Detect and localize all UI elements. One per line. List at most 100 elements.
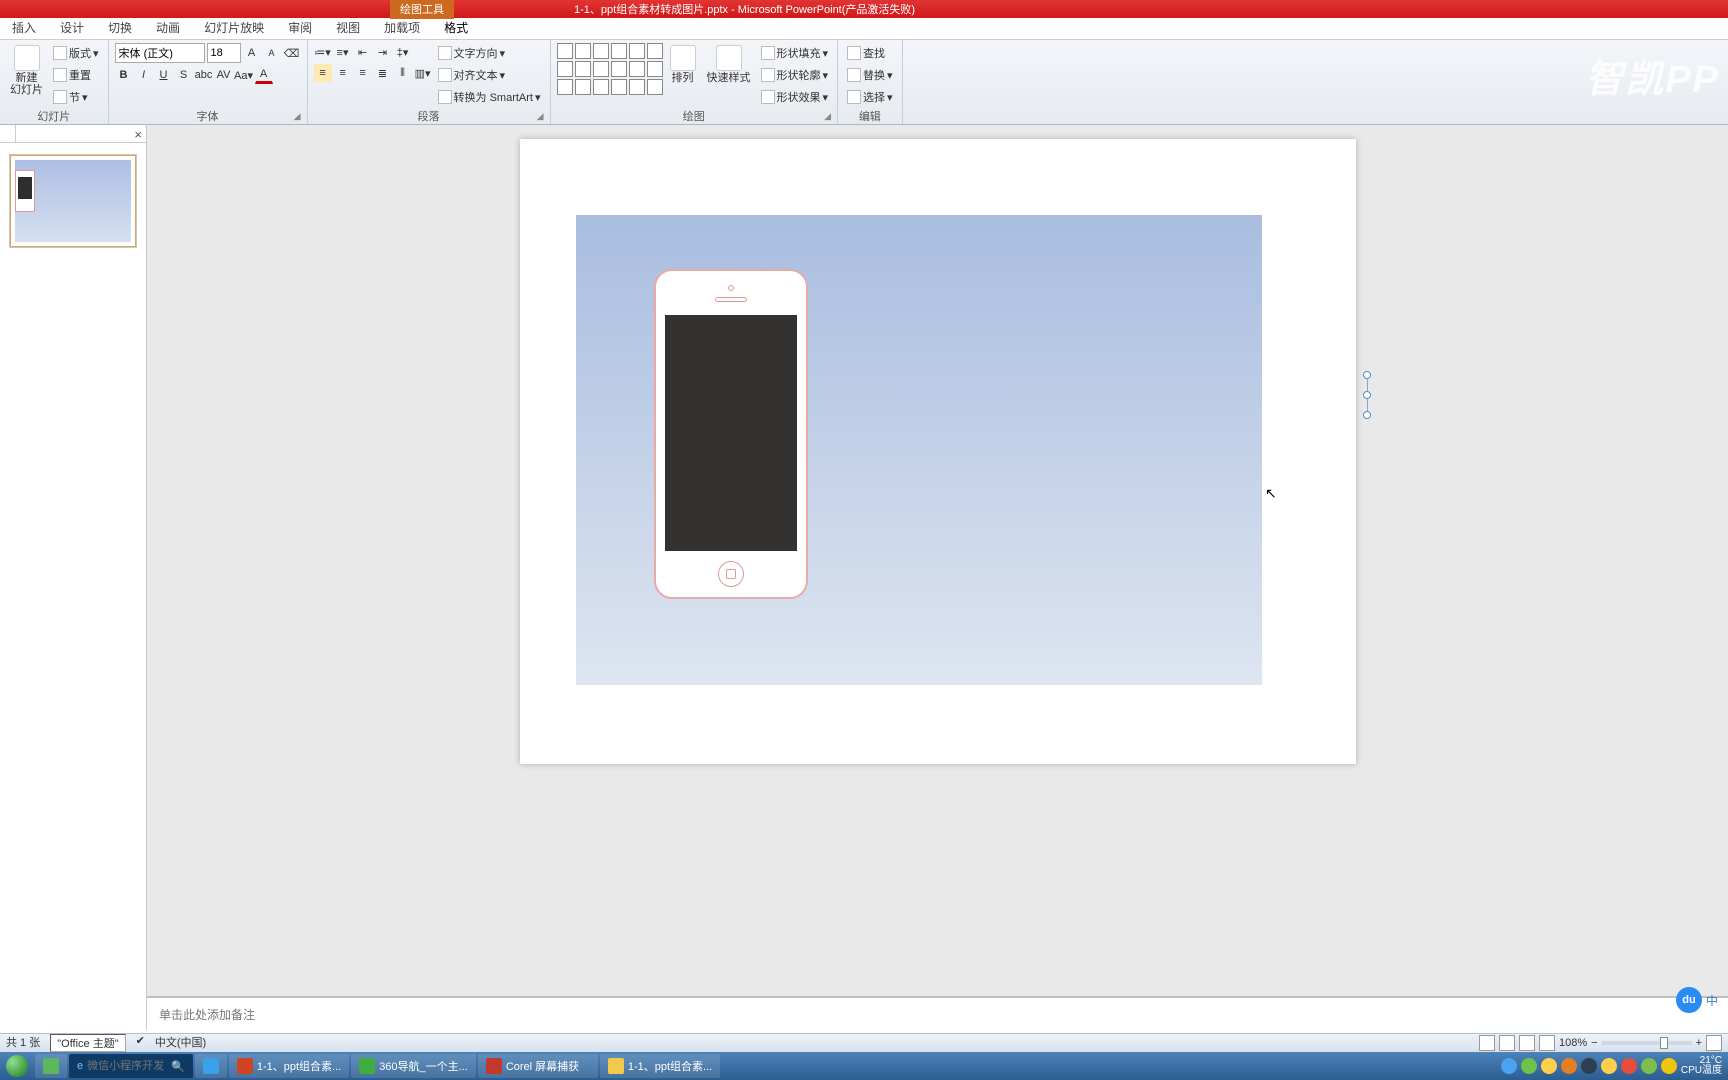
zoom-slider[interactable] bbox=[1602, 1041, 1692, 1045]
arrange-button[interactable]: 排列 bbox=[666, 43, 700, 86]
tray-icon[interactable] bbox=[1521, 1058, 1537, 1074]
font-color-button[interactable]: A bbox=[255, 66, 273, 84]
pinned-app-2[interactable] bbox=[195, 1054, 227, 1078]
tray-icon[interactable] bbox=[1541, 1058, 1557, 1074]
tab-addins[interactable]: 加载项 bbox=[372, 16, 432, 39]
replace-button[interactable]: 替换▾ bbox=[844, 65, 896, 85]
font-launcher-icon[interactable]: ◢ bbox=[294, 111, 301, 122]
status-bar: 共 1 张 "Office 主题" ✔ 中文(中国) 108% − + bbox=[0, 1033, 1728, 1052]
tab-format[interactable]: 格式 bbox=[432, 16, 480, 39]
align-justify-button[interactable]: ≣ bbox=[374, 64, 392, 82]
zoom-value[interactable]: 108% bbox=[1559, 1037, 1587, 1049]
new-slide-button[interactable]: 新建 幻灯片 bbox=[6, 43, 47, 98]
baidu-ime-float[interactable]: du 中 bbox=[1676, 987, 1718, 1013]
phone-home-button-icon bbox=[718, 561, 744, 587]
tray-icon[interactable] bbox=[1641, 1058, 1657, 1074]
section-button[interactable]: 节▾ bbox=[50, 87, 102, 107]
reset-button[interactable]: 重置 bbox=[50, 65, 102, 85]
tab-insert[interactable]: 插入 bbox=[0, 16, 48, 39]
shrink-font-button[interactable]: A bbox=[263, 44, 281, 62]
taskbar-search[interactable]: e 🔍 bbox=[69, 1054, 193, 1078]
tray-icon[interactable] bbox=[1561, 1058, 1577, 1074]
tab-review[interactable]: 审阅 bbox=[276, 16, 324, 39]
tab-view[interactable]: 视图 bbox=[324, 16, 372, 39]
align-left-button[interactable]: ≡ bbox=[314, 64, 332, 82]
line-spacing-button[interactable]: ‡▾ bbox=[394, 43, 412, 61]
bullets-button[interactable]: ≔▾ bbox=[314, 43, 332, 61]
change-case-button[interactable]: Aa▾ bbox=[235, 66, 253, 84]
task-item-browser[interactable]: 360导航_一个主... bbox=[351, 1054, 476, 1078]
drawing-launcher-icon[interactable]: ◢ bbox=[824, 111, 831, 122]
slideshow-view-button[interactable] bbox=[1539, 1035, 1555, 1051]
replace-icon bbox=[847, 68, 861, 82]
text-direction-button[interactable]: 文字方向▾ bbox=[435, 43, 544, 63]
shapes-gallery[interactable] bbox=[557, 43, 663, 95]
underline-button[interactable]: U bbox=[155, 66, 173, 84]
italic-button[interactable]: I bbox=[135, 66, 153, 84]
tray-icon[interactable] bbox=[1581, 1058, 1597, 1074]
slide[interactable] bbox=[520, 139, 1356, 764]
pinned-app-1[interactable] bbox=[35, 1054, 67, 1078]
outdent-button[interactable]: ⇤ bbox=[354, 43, 372, 61]
language-label[interactable]: 中文(中国) bbox=[155, 1034, 206, 1052]
shape-outline-button[interactable]: 形状轮廓▾ bbox=[758, 65, 832, 85]
find-button[interactable]: 查找 bbox=[844, 43, 896, 63]
shape-fill-button[interactable]: 形状填充▾ bbox=[758, 43, 832, 63]
taskbar-search-input[interactable] bbox=[87, 1060, 167, 1072]
strike-button[interactable]: S bbox=[175, 66, 193, 84]
tray-icon[interactable] bbox=[1501, 1058, 1517, 1074]
temperature-widget[interactable]: 21°C CPU温度 bbox=[1681, 1056, 1722, 1076]
group-font: A A ⌫ B I U S abc AV Aa▾ A 字体 ◢ bbox=[109, 40, 308, 124]
tray-icon[interactable] bbox=[1661, 1058, 1677, 1074]
notes-pane[interactable]: 单击此处添加备注 bbox=[147, 996, 1728, 1030]
tray-icon[interactable] bbox=[1601, 1058, 1617, 1074]
theme-label[interactable]: "Office 主题" bbox=[50, 1034, 125, 1052]
zoom-in-button[interactable]: + bbox=[1696, 1037, 1702, 1049]
font-name-select[interactable] bbox=[115, 43, 205, 63]
grow-font-button[interactable]: A bbox=[243, 44, 261, 62]
tab-animation[interactable]: 动画 bbox=[144, 16, 192, 39]
ribbon-tab-strip: 插入 设计 切换 动画 幻灯片放映 审阅 视图 加载项 格式 bbox=[0, 18, 1728, 40]
slide-thumbnail-1[interactable] bbox=[10, 155, 136, 247]
clear-format-button[interactable]: ⌫ bbox=[283, 44, 301, 62]
tab-slideshow[interactable]: 幻灯片放映 bbox=[192, 16, 276, 39]
task-item-powerpoint[interactable]: 1-1、ppt组合素... bbox=[229, 1054, 349, 1078]
align-center-button[interactable]: ≡ bbox=[334, 64, 352, 82]
arrange-icon bbox=[670, 45, 696, 71]
tab-transition[interactable]: 切换 bbox=[96, 16, 144, 39]
reading-view-button[interactable] bbox=[1519, 1035, 1535, 1051]
smartart-button[interactable]: 转换为 SmartArt▾ bbox=[435, 87, 544, 107]
task-item-folder[interactable]: 1-1、ppt组合素... bbox=[600, 1054, 720, 1078]
paragraph-launcher-icon[interactable]: ◢ bbox=[537, 111, 544, 122]
tray-icon[interactable] bbox=[1621, 1058, 1637, 1074]
phone-shape-group[interactable] bbox=[654, 269, 808, 599]
tab-design[interactable]: 设计 bbox=[48, 16, 96, 39]
fit-window-button[interactable] bbox=[1706, 1035, 1722, 1051]
distribute-button[interactable]: ⫴ bbox=[394, 64, 412, 82]
align-right-button[interactable]: ≡ bbox=[354, 64, 372, 82]
columns-button[interactable]: ▥▾ bbox=[414, 64, 432, 82]
indent-button[interactable]: ⇥ bbox=[374, 43, 392, 61]
layout-button[interactable]: 版式▾ bbox=[50, 43, 102, 63]
quick-styles-button[interactable]: 快速样式 bbox=[703, 43, 755, 86]
close-panel-button[interactable]: × bbox=[134, 127, 142, 142]
align-text-button[interactable]: 对齐文本▾ bbox=[435, 65, 544, 85]
char-spacing-button[interactable]: AV bbox=[215, 66, 233, 84]
reset-icon bbox=[53, 68, 67, 82]
search-icon[interactable]: 🔍 bbox=[171, 1060, 185, 1073]
shadow-button[interactable]: abc bbox=[195, 66, 213, 84]
zoom-out-button[interactable]: − bbox=[1591, 1037, 1597, 1049]
task-item-corel[interactable]: Corel 屏幕捕获 bbox=[478, 1054, 598, 1078]
slides-tab[interactable] bbox=[0, 125, 16, 142]
numbering-button[interactable]: ≡▾ bbox=[334, 43, 352, 61]
select-button[interactable]: 选择▾ bbox=[844, 87, 896, 107]
font-size-select[interactable] bbox=[207, 43, 241, 63]
shape-effect-button[interactable]: 形状效果▾ bbox=[758, 87, 832, 107]
start-button[interactable] bbox=[0, 1052, 34, 1080]
group-font-title: 字体 bbox=[197, 108, 219, 124]
sorter-view-button[interactable] bbox=[1499, 1035, 1515, 1051]
spellcheck-icon[interactable]: ✔ bbox=[136, 1034, 145, 1052]
normal-view-button[interactable] bbox=[1479, 1035, 1495, 1051]
selection-handles[interactable] bbox=[1360, 375, 1376, 415]
bold-button[interactable]: B bbox=[115, 66, 133, 84]
